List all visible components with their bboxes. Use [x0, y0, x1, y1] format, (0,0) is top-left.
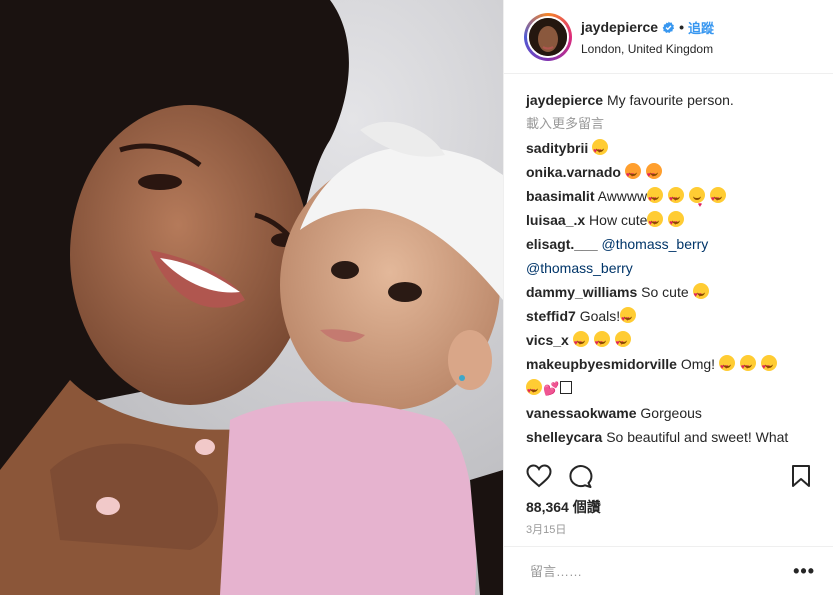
missing-glyph-icon — [560, 381, 573, 394]
comment-item: onika.varnado — [526, 160, 811, 188]
heart-eyes-emoji — [668, 187, 685, 212]
kissing-heart-emoji — [688, 187, 705, 218]
comment-username[interactable]: onika.varnado — [526, 164, 621, 180]
comment-text: How cute — [589, 212, 648, 228]
heart-eyes-emoji — [739, 355, 756, 380]
caption-text: My favourite person. — [606, 92, 734, 108]
mention-link[interactable]: @thomass_berry — [602, 236, 709, 252]
comment-username[interactable]: elisagt.___ — [526, 236, 598, 252]
heart-eyes-emoji — [647, 187, 664, 212]
caption: jaydepierce My favourite person. — [526, 88, 811, 112]
more-horizontal-icon[interactable]: ••• — [793, 561, 815, 582]
comment-item: shelleycara So beautiful and sweet! What… — [526, 425, 811, 449]
comment-item: luisaa_.x How cute — [526, 208, 811, 236]
photo-illustration — [0, 0, 503, 595]
heart-eyes-cat-emoji — [624, 163, 641, 188]
bookmark-icon[interactable] — [791, 464, 811, 488]
comment-item: baasimalit Awwww — [526, 184, 811, 218]
follow-button[interactable]: 追蹤 — [688, 18, 714, 37]
comment-item: dammy_williams So cute — [526, 280, 811, 308]
post-date[interactable]: 3月15日 — [526, 521, 566, 537]
comment-text: Gorgeous — [640, 405, 702, 421]
caption-username[interactable]: jaydepierce — [526, 92, 603, 108]
comment-text: Omg! — [680, 356, 716, 372]
action-bar — [526, 461, 811, 491]
heart-eyes-emoji — [593, 331, 610, 356]
heart-eyes-emoji — [692, 283, 709, 308]
mention-link[interactable]: @thomass_berry — [526, 260, 633, 276]
comment-item: saditybrii — [526, 136, 811, 164]
comment-username[interactable]: makeupbyesmidorville — [526, 356, 677, 372]
instagram-post-modal: jaydepierce • 追蹤 London, United Kingdom … — [0, 0, 833, 595]
heart-eyes-emoji — [592, 139, 609, 164]
heart-eyes-emoji — [709, 187, 726, 212]
comment-username[interactable]: luisaa_.x — [526, 212, 585, 228]
heart-eyes-emoji — [647, 211, 664, 236]
header-line: jaydepierce • 追蹤 — [581, 18, 714, 37]
comment-item: steffid7 Goals! — [526, 304, 811, 332]
comment-username[interactable]: vics_x — [526, 332, 569, 348]
heart-eyes-emoji — [760, 355, 777, 380]
comment-item: vics_x — [526, 328, 811, 356]
heart-eyes-emoji — [614, 331, 631, 356]
heart-eyes-cat-emoji — [645, 163, 662, 188]
comment-item: elisagt.___ @thomass_berry @thomass_berr… — [526, 232, 811, 280]
comment-input[interactable] — [528, 562, 794, 580]
comment-item: vanessaokwame Gorgeous — [526, 401, 811, 425]
comment-username[interactable]: dammy_williams — [526, 284, 637, 300]
verified-badge-icon — [662, 21, 675, 33]
post-side-panel: jaydepierce • 追蹤 London, United Kingdom … — [503, 0, 833, 595]
comment-username[interactable]: vanessaokwame — [526, 405, 637, 421]
story-ring[interactable] — [524, 12, 572, 61]
load-more-comments-button[interactable]: 載入更多留言 — [526, 112, 811, 136]
location-link[interactable]: London, United Kingdom — [581, 42, 714, 56]
speech-bubble-icon[interactable] — [568, 464, 594, 488]
avatar[interactable] — [527, 15, 569, 58]
comment-text: Awwww — [597, 188, 648, 204]
heart-eyes-emoji — [620, 307, 637, 332]
comment-username[interactable]: shelleycara — [526, 429, 602, 445]
header-separator: • — [679, 19, 684, 35]
comment-text: Goals! — [579, 308, 621, 324]
header-text: jaydepierce • 追蹤 London, United Kingdom — [581, 18, 714, 56]
avatar-image — [529, 17, 567, 56]
heart-outline-icon[interactable] — [526, 464, 552, 488]
heart-eyes-emoji — [526, 379, 542, 404]
heart-eyes-emoji — [572, 331, 589, 356]
heart-eyes-emoji — [668, 211, 685, 236]
two-hearts-icon: 💕 — [543, 381, 560, 396]
add-comment-bar: ••• — [504, 546, 833, 595]
likes-count[interactable]: 88,364 個讚 — [526, 497, 601, 517]
comment-username[interactable]: baasimalit — [526, 188, 594, 204]
comment-username[interactable]: saditybrii — [526, 140, 588, 156]
post-header: jaydepierce • 追蹤 London, United Kingdom — [504, 0, 833, 74]
comment-username[interactable]: steffid7 — [526, 308, 576, 324]
comment-text: So cute — [641, 284, 689, 300]
comments-list[interactable]: jaydepierce My favourite person. 載入更多留言 … — [504, 74, 833, 449]
post-photo[interactable] — [0, 0, 503, 595]
header-username[interactable]: jaydepierce — [581, 19, 658, 35]
heart-eyes-emoji — [718, 355, 735, 380]
comment-item: makeupbyesmidorville Omg! 💕 — [526, 352, 811, 404]
